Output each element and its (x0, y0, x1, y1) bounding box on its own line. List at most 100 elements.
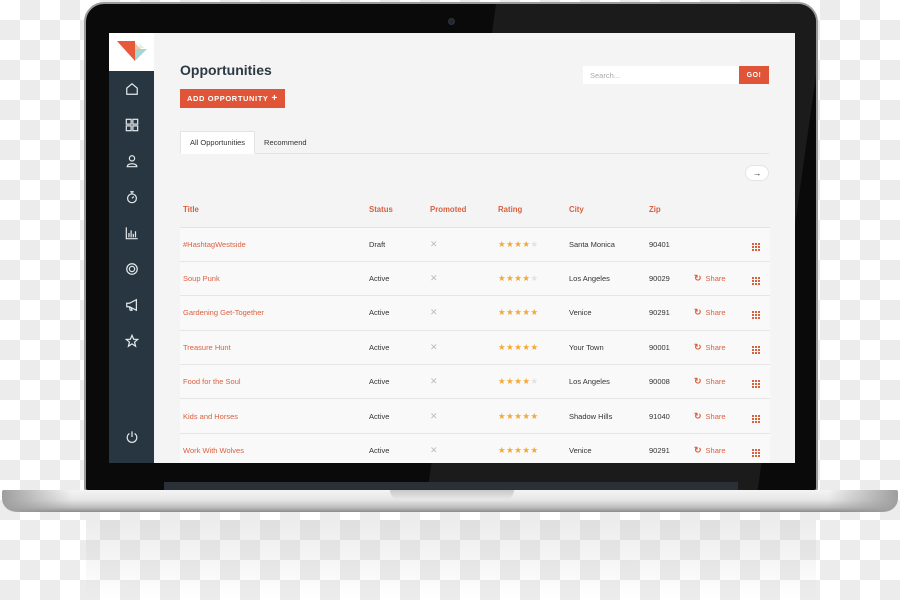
opportunity-title-link[interactable]: #HashtagWestside (180, 227, 366, 262)
opportunity-title-link[interactable]: Work With Wolves (180, 433, 366, 463)
star-empty-icon: ★ (530, 238, 539, 249)
add-opportunity-label: ADD OPPORTUNITY (187, 94, 269, 103)
city-cell: Santa Monica (566, 227, 646, 262)
column-header-city[interactable]: City (566, 193, 646, 228)
star-filled-icon: ★ (522, 410, 531, 421)
actions-cell (749, 261, 770, 297)
actions-cell (749, 295, 770, 331)
row-menu-grid-icon[interactable] (752, 311, 760, 320)
sidebar-item-profile[interactable] (109, 143, 154, 179)
laptop-lid: Opportunities ADD OPPORTUNITY + GO! All … (84, 2, 818, 492)
opportunity-title-link[interactable]: Treasure Hunt (180, 330, 366, 366)
status-cell: Active (366, 261, 427, 297)
promoted-x-icon[interactable]: ✕ (427, 295, 495, 331)
star-filled-icon: ★ (498, 410, 507, 421)
row-menu-grid-icon[interactable] (752, 242, 760, 251)
share-label: Share (705, 274, 726, 284)
table-row[interactable]: #HashtagWestside Draft ✕ ★★★★★ Santa Monica 9… (180, 227, 770, 262)
promoted-x-icon[interactable]: ✕ (427, 398, 495, 434)
rating-cell: ★★★★★ (495, 433, 566, 463)
column-header-promoted[interactable]: Promoted (427, 193, 495, 228)
rating-cell: ★★★★★ (495, 330, 566, 366)
promoted-x-icon[interactable]: ✕ (427, 227, 495, 262)
opportunity-title-link[interactable]: Gardening Get-Together (180, 295, 366, 331)
status-cell: Active (366, 433, 427, 463)
actions-cell (749, 433, 770, 463)
sidebar-item-logout[interactable] (109, 419, 154, 455)
sidebar-item-settings[interactable] (109, 251, 154, 287)
opportunities-table: Title Status Promoted Rating City Zip #H… (180, 193, 770, 463)
zip-cell: 90401 (646, 227, 691, 262)
base-left-edge (2, 490, 72, 512)
table-row[interactable]: Soup Punk Active ✕ ★★★★★ Los Angeles 90029 ↻ Sh… (180, 261, 770, 297)
brand-logo[interactable] (109, 33, 154, 71)
promoted-x-icon[interactable]: ✕ (427, 433, 495, 463)
star-filled-icon: ★ (530, 307, 539, 318)
table-row[interactable]: Treasure Hunt Active ✕ ★★★★★ Your Town 90001 ↻… (180, 330, 770, 366)
row-menu-grid-icon[interactable] (752, 414, 760, 423)
search-go-button[interactable]: GO! (739, 66, 769, 84)
share-button[interactable]: ↻ Share (694, 445, 726, 456)
table-row[interactable]: Gardening Get-Together Active ✕ ★★★★★ Venice… (180, 295, 770, 331)
sidebar-item-campaigns[interactable] (109, 287, 154, 323)
share-icon: ↻ (694, 307, 702, 318)
share-label: Share (705, 411, 726, 421)
table-header-row: Title Status Promoted Rating City Zip (180, 193, 770, 228)
sidebar-item-dashboard[interactable] (109, 107, 154, 143)
row-menu-grid-icon[interactable] (752, 345, 760, 354)
row-menu-grid-icon[interactable] (752, 380, 760, 389)
promoted-x-icon[interactable]: ✕ (427, 364, 495, 400)
table-row[interactable]: Food for the Soul Active ✕ ★★★★★ Los Angeles… (180, 364, 770, 400)
sidebar-item-timer[interactable] (109, 179, 154, 215)
table-row[interactable]: Work With Wolves Active ✕ ★★★★★ Venice 90291 ↻… (180, 433, 770, 463)
star-filled-icon: ★ (522, 376, 531, 387)
star-empty-icon: ★ (530, 376, 539, 387)
star-filled-icon: ★ (522, 445, 531, 456)
row-menu-grid-icon[interactable] (752, 449, 760, 458)
opportunity-title-link[interactable]: Soup Punk (180, 261, 366, 297)
laptop-reflection (86, 520, 816, 600)
arrow-right-icon: → (752, 168, 762, 178)
promoted-x-icon[interactable]: ✕ (427, 261, 495, 297)
actions-cell (749, 227, 770, 262)
share-button[interactable]: ↻ Share (694, 411, 726, 422)
table-row[interactable]: Kids and Horses Active ✕ ★★★★★ Shadow Hills 9… (180, 398, 770, 434)
promoted-x-icon[interactable]: ✕ (427, 330, 495, 366)
sidebar-item-analytics[interactable] (109, 215, 154, 251)
share-button[interactable]: ↻ Share (694, 376, 726, 387)
add-opportunity-button[interactable]: ADD OPPORTUNITY + (180, 89, 285, 108)
share-cell: ↻ Share (691, 433, 749, 463)
rating-cell: ★★★★★ (495, 398, 566, 434)
column-header-rating[interactable]: Rating (495, 193, 566, 228)
next-page-button[interactable]: → (745, 165, 769, 181)
city-cell: Venice (566, 295, 646, 331)
status-cell: Active (366, 295, 427, 331)
share-button[interactable]: ↻ Share (694, 307, 726, 318)
row-menu-grid-icon[interactable] (752, 277, 760, 286)
status-cell: Active (366, 364, 427, 400)
opportunity-title-link[interactable]: Kids and Horses (180, 398, 366, 434)
opportunity-title-link[interactable]: Food for the Soul (180, 364, 366, 400)
tab-recommend[interactable]: Recommend (255, 131, 316, 154)
star-filled-icon: ★ (498, 307, 507, 318)
search-input[interactable] (583, 66, 739, 84)
rating-cell: ★★★★★ (495, 227, 566, 262)
share-button[interactable]: ↻ Share (694, 273, 726, 284)
share-label: Share (705, 308, 726, 318)
star-filled-icon: ★ (522, 341, 531, 352)
base-right-edge (828, 490, 898, 512)
share-button[interactable]: ↻ Share (694, 342, 726, 353)
sidebar-item-favorites[interactable] (109, 323, 154, 359)
tab-all-opportunities[interactable]: All Opportunities (180, 131, 256, 154)
city-cell: Venice (566, 433, 646, 463)
column-header-status[interactable]: Status (366, 193, 427, 228)
bar-chart-icon (125, 227, 138, 240)
rating-cell: ★★★★★ (495, 364, 566, 400)
user-icon (126, 155, 137, 168)
power-icon (126, 431, 137, 443)
sidebar-item-home[interactable] (109, 71, 154, 107)
column-header-zip[interactable]: Zip (646, 193, 691, 228)
column-header-title[interactable]: Title (180, 193, 366, 228)
city-cell: Los Angeles (566, 364, 646, 400)
zip-cell: 90291 (646, 433, 691, 463)
